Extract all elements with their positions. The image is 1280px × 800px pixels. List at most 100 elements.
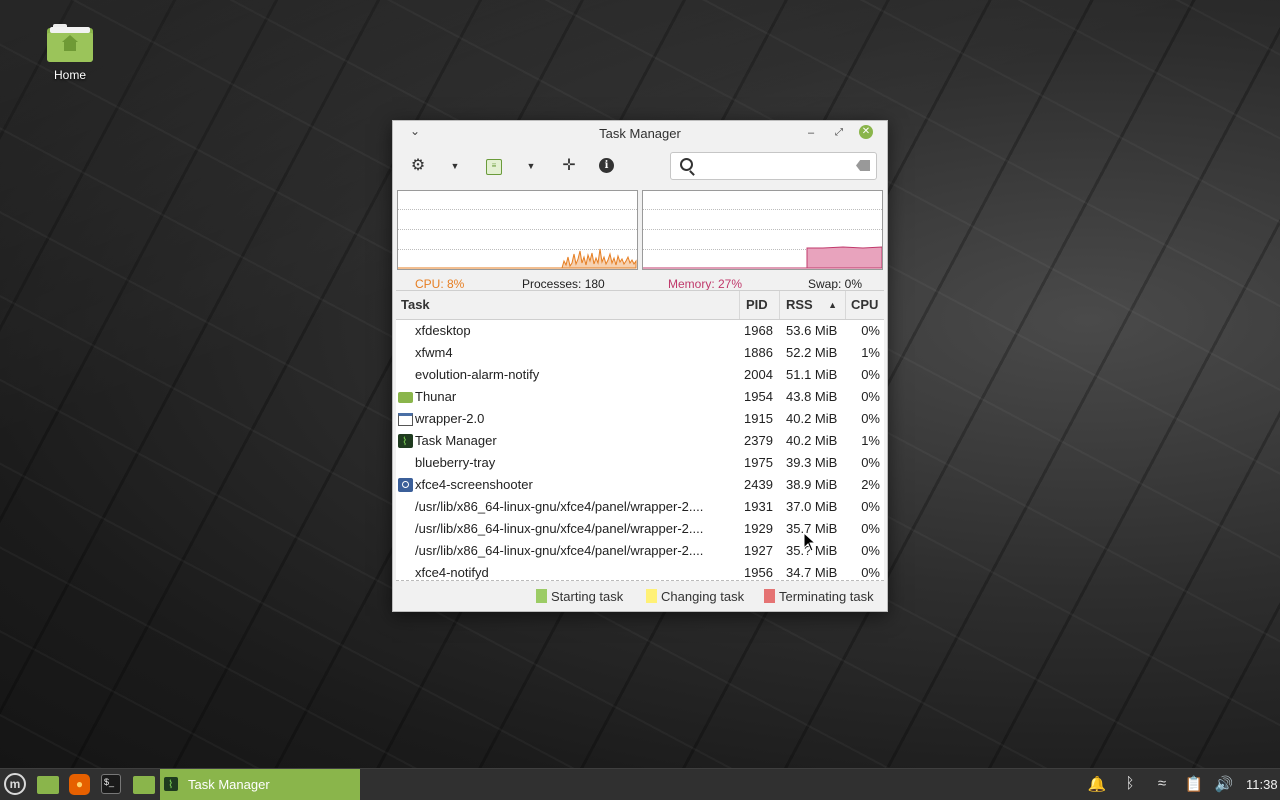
task-name: xfce4-notifyd — [415, 565, 489, 580]
task-pid: 1931 — [744, 499, 773, 514]
memory-graph — [642, 190, 883, 270]
process-count-label: Processes: 180 — [522, 277, 605, 291]
monitor-graphs — [393, 187, 887, 277]
task-cpu: 0% — [861, 323, 880, 338]
table-row[interactable]: /usr/lib/x86_64-linux-gnu/xfce4/panel/wr… — [396, 496, 884, 518]
mouse-cursor-icon — [803, 532, 817, 552]
memory-graph-area — [806, 246, 882, 269]
legend-terminating-label: Terminating task — [779, 589, 874, 604]
clipboard-icon[interactable]: 📋 — [1184, 775, 1204, 793]
task-name: wrapper-2.0 — [415, 411, 485, 426]
folder-icon — [398, 392, 413, 403]
task-rss: 40.2 MiB — [786, 411, 838, 426]
legend-changing: Changing task — [646, 589, 744, 604]
task-name: evolution-alarm-notify — [415, 367, 540, 382]
cpu-usage-label: CPU: 8% — [415, 277, 465, 291]
task-pid: 1929 — [744, 521, 773, 536]
task-rss: 34.7 MiB — [786, 565, 838, 580]
task-name: Task Manager — [415, 433, 497, 448]
desktop-icon-home[interactable]: Home — [30, 24, 110, 82]
maximize-button[interactable]: ⤢ — [831, 125, 847, 141]
file-manager-icon[interactable] — [133, 776, 155, 794]
task-rss: 37.0 MiB — [786, 499, 838, 514]
task-pid: 1956 — [744, 565, 773, 580]
search-input[interactable] — [699, 157, 853, 177]
table-row[interactable]: Task Manager 2379 40.2 MiB 1% — [396, 430, 884, 453]
table-row[interactable]: evolution-alarm-notify 2004 51.1 MiB 0% — [396, 364, 884, 386]
task-rss: 53.6 MiB — [786, 323, 838, 338]
legend-starting-swatch — [536, 589, 547, 603]
legend-changing-label: Changing task — [661, 589, 745, 604]
crosshair-select-window-icon[interactable]: ✛ — [558, 155, 580, 177]
minimize-button[interactable]: – — [803, 125, 819, 141]
taskbar: m ● $_ Task Manager 🔔 ᛒ ≈ 📋 🔊 11:38 — [0, 768, 1280, 800]
table-row[interactable]: xfce4-screenshooter 2439 38.9 MiB 2% — [396, 474, 884, 496]
legend-starting-label: Starting task — [551, 589, 624, 604]
task-cpu: 0% — [861, 543, 880, 558]
settings-gear-icon[interactable]: ⚙ — [407, 155, 429, 177]
column-header-rss[interactable]: RSS ▲ — [780, 291, 846, 319]
table-row[interactable]: blueberry-tray 1975 39.3 MiB 0% — [396, 452, 884, 474]
column-header-pid[interactable]: PID — [740, 291, 780, 319]
legend-terminating-swatch — [764, 589, 775, 603]
task-pid: 1915 — [744, 411, 773, 426]
cpu-graph — [397, 190, 638, 270]
table-row[interactable]: wrapper-2.0 1915 40.2 MiB 0% — [396, 408, 884, 430]
task-pid: 1954 — [744, 389, 773, 404]
search-box[interactable] — [670, 152, 877, 180]
task-name: xfce4-screenshooter — [415, 477, 533, 492]
taskbar-window-label: Task Manager — [188, 777, 270, 792]
task-pid: 1975 — [744, 455, 773, 470]
task-rss: 43.8 MiB — [786, 389, 838, 404]
volume-icon[interactable]: 🔊 — [1214, 775, 1234, 793]
column-header-task[interactable]: Task — [396, 291, 740, 319]
bluetooth-icon[interactable]: ᛒ — [1120, 775, 1140, 792]
table-row[interactable]: xfdesktop 1968 53.6 MiB 0% — [396, 320, 884, 342]
terminal-icon[interactable]: $_ — [101, 774, 121, 794]
info-icon[interactable]: i — [599, 158, 614, 173]
window-titlebar[interactable]: ⌄ Task Manager – ⤢ ✕ — [393, 121, 887, 145]
task-rss: 51.1 MiB — [786, 367, 838, 382]
table-header: Task PID RSS ▲ CPU — [396, 291, 884, 320]
memory-graph-plot — [643, 246, 882, 269]
status-legend: Starting task Changing task Terminating … — [393, 582, 887, 610]
task-cpu: 0% — [861, 499, 880, 514]
monitor-view-icon[interactable]: ≡ — [486, 159, 502, 175]
close-button[interactable]: ✕ — [859, 125, 873, 139]
clear-search-icon[interactable] — [856, 160, 870, 171]
firefox-icon[interactable]: ● — [69, 774, 90, 795]
home-folder-icon — [47, 24, 93, 62]
legend-starting: Starting task — [536, 589, 623, 604]
task-pid: 2379 — [744, 433, 773, 448]
legend-terminating: Terminating task — [764, 589, 874, 604]
clock[interactable]: 11:38 — [1246, 769, 1278, 800]
notifications-bell-icon[interactable]: 🔔 — [1087, 775, 1107, 793]
memory-usage-label: Memory: 27% — [668, 277, 743, 291]
column-header-cpu[interactable]: CPU — [846, 291, 884, 319]
view-dropdown-arrow-icon[interactable]: ▼ — [520, 155, 542, 177]
camera-icon — [398, 478, 413, 492]
cpu-graph-plot — [398, 248, 637, 269]
task-pid: 1927 — [744, 543, 773, 558]
wifi-icon[interactable]: ≈ — [1152, 775, 1172, 792]
table-row[interactable]: xfce4-notifyd 1956 34.7 MiB 0% — [396, 562, 884, 581]
task-cpu: 1% — [861, 433, 880, 448]
task-cpu: 1% — [861, 345, 880, 360]
column-header-rss-label: RSS — [786, 297, 813, 312]
task-name: /usr/lib/x86_64-linux-gnu/xfce4/panel/wr… — [415, 521, 704, 536]
table-row[interactable]: Thunar 1954 43.8 MiB 0% — [396, 386, 884, 408]
task-cpu: 0% — [861, 367, 880, 382]
task-rss: 38.9 MiB — [786, 477, 838, 492]
task-name: Thunar — [415, 389, 457, 404]
task-name: blueberry-tray — [415, 455, 496, 470]
taskbar-window-task-manager[interactable]: Task Manager — [160, 769, 360, 800]
task-cpu: 0% — [861, 521, 880, 536]
show-desktop-icon[interactable] — [37, 776, 59, 794]
table-row[interactable]: xfwm4 1886 52.2 MiB 1% — [396, 342, 884, 364]
task-name: /usr/lib/x86_64-linux-gnu/xfce4/panel/wr… — [415, 543, 704, 558]
task-pid: 1886 — [744, 345, 773, 360]
cpu-graph-line — [398, 248, 637, 269]
task-cpu: 0% — [861, 411, 880, 426]
settings-dropdown-arrow-icon[interactable]: ▼ — [444, 155, 466, 177]
menu-mint-logo-icon[interactable]: m — [4, 773, 26, 795]
